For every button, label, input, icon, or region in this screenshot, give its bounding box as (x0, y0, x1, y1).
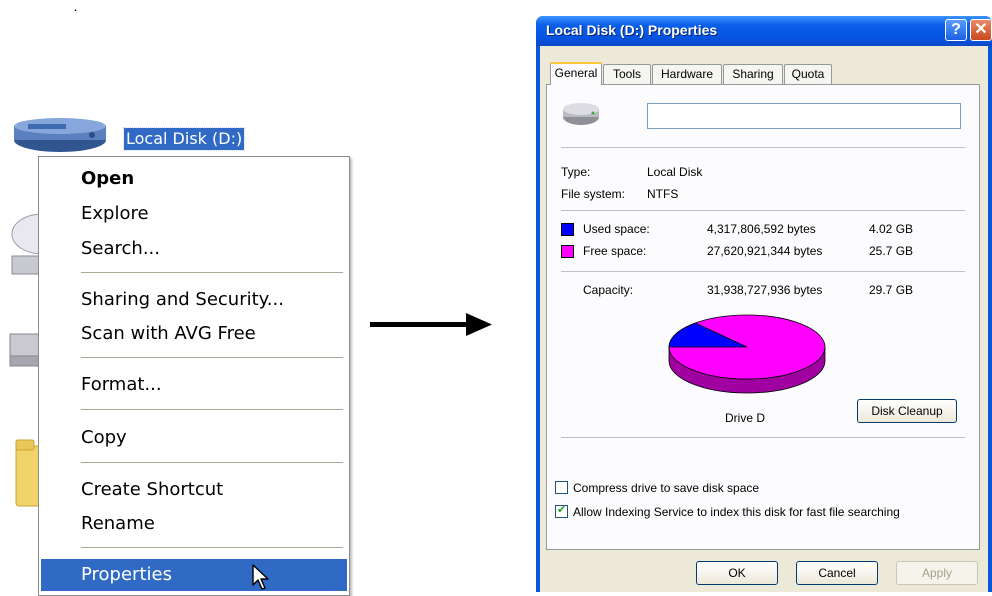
title-bar[interactable]: Local Disk (D:) Properties ? ✕ (536, 16, 992, 46)
drive-caption: Drive D (725, 411, 766, 425)
tab-strip: General Tools Hardware Sharing Quota (546, 62, 986, 85)
cancel-button[interactable]: Cancel (796, 561, 878, 585)
disk-usage-pie (668, 314, 826, 394)
menu-item-sharing-security[interactable]: Sharing and Security... (41, 284, 347, 316)
menu-item-format[interactable]: Format... (41, 369, 347, 401)
menu-item-search[interactable]: Search... (41, 233, 347, 265)
separator (561, 210, 965, 211)
menu-item-properties-label: Properties (81, 564, 172, 585)
compress-label: Compress drive to save disk space (573, 481, 760, 495)
type-label: Type: (561, 165, 591, 179)
free-space-swatch (561, 245, 574, 258)
free-space-gb: 25.7 GB (869, 244, 914, 258)
tab-general[interactable]: General (550, 62, 602, 85)
menu-separator (81, 462, 343, 463)
context-menu: Open Explore Search... Sharing and Secur… (38, 156, 350, 596)
right-arrow-icon (370, 313, 492, 336)
tab-tools[interactable]: Tools (603, 64, 651, 84)
menu-separator (81, 272, 343, 273)
used-space-label: Used space: (583, 222, 650, 236)
free-space-label: Free space: (583, 244, 647, 258)
indexing-checkbox[interactable]: ✔ (555, 503, 568, 518)
general-tab-panel: Type: Local Disk File system: NTFS Used … (546, 84, 980, 550)
tab-hardware[interactable]: Hardware (652, 64, 722, 84)
file-system-label: File system: (561, 187, 626, 201)
menu-separator (81, 547, 343, 548)
disk-icon (563, 103, 599, 125)
drive-name-input[interactable] (647, 103, 961, 129)
type-value: Local Disk (647, 165, 703, 179)
properties-dialog: Local Disk (D:) Properties ? ✕ General T… (536, 16, 992, 592)
capacity-gb: 29.7 GB (869, 283, 914, 297)
close-button[interactable]: ✕ (970, 19, 992, 41)
separator (561, 271, 965, 272)
separator (561, 147, 965, 148)
disk-cleanup-button[interactable]: Disk Cleanup (857, 399, 957, 423)
help-button[interactable]: ? (945, 19, 967, 41)
separator (561, 437, 965, 438)
used-space-bytes: 4,317,806,592 bytes (707, 222, 816, 236)
indexing-label: Allow Indexing Service to index this dis… (573, 505, 900, 519)
drive-label[interactable]: Local Disk (D:) (122, 127, 246, 151)
menu-separator (81, 357, 343, 358)
menu-item-open[interactable]: Open (41, 163, 347, 195)
menu-item-scan-avg[interactable]: Scan with AVG Free (41, 318, 347, 350)
dialog-client-area: General Tools Hardware Sharing Quota Typ… (540, 46, 988, 592)
capacity-bytes: 31,938,727,936 bytes (707, 283, 823, 297)
tab-quota[interactable]: Quota (784, 64, 832, 84)
local-disk-d-item[interactable]: Local Disk (D:) (8, 110, 268, 160)
menu-item-copy[interactable]: Copy (41, 422, 347, 454)
capacity-label: Capacity: (583, 283, 634, 297)
free-space-bytes: 27,620,921,344 bytes (707, 244, 823, 258)
menu-item-properties[interactable]: Properties (41, 559, 347, 591)
apply-button[interactable]: Apply (896, 561, 978, 585)
compress-checkbox[interactable] (555, 481, 568, 494)
file-system-value: NTFS (647, 187, 679, 201)
mouse-cursor-icon (252, 564, 269, 590)
tab-sharing[interactable]: Sharing (723, 64, 783, 84)
dialog-title: Local Disk (D:) Properties (546, 22, 718, 38)
menu-item-create-shortcut[interactable]: Create Shortcut (41, 474, 347, 506)
used-space-swatch (561, 223, 574, 236)
ok-button[interactable]: OK (696, 561, 778, 585)
checkmark-icon: ✔ (557, 503, 567, 516)
used-space-gb: 4.02 GB (869, 222, 914, 236)
hard-drive-icon (14, 118, 106, 152)
menu-separator (81, 409, 343, 410)
menu-item-explore[interactable]: Explore (41, 198, 347, 230)
menu-item-rename[interactable]: Rename (41, 508, 347, 540)
